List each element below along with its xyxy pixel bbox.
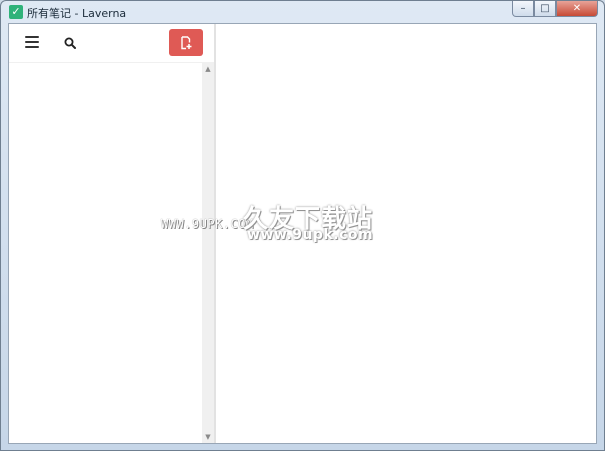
notes-sidebar: ▲ ▼ [9, 24, 214, 443]
window-controls: – □ ✕ [512, 1, 598, 17]
search-icon[interactable] [64, 37, 76, 49]
new-note-button[interactable] [169, 29, 203, 56]
hamburger-menu-icon[interactable] [25, 36, 39, 48]
maximize-button[interactable]: □ [534, 1, 556, 17]
title-bar[interactable]: ✓ 所有笔记 - Laverna – □ ✕ [1, 1, 604, 23]
app-content: ▲ ▼ [8, 23, 597, 444]
minimize-button[interactable]: – [512, 1, 534, 17]
scroll-down-icon[interactable]: ▼ [202, 431, 214, 443]
check-icon: ✓ [9, 5, 23, 19]
app-window: ✓ 所有笔记 - Laverna – □ ✕ ▲ ▼ WWW.9UPK.COM … [0, 0, 605, 451]
new-note-icon [181, 35, 192, 49]
note-editor-pane[interactable] [216, 24, 596, 443]
scroll-up-icon[interactable]: ▲ [202, 63, 214, 75]
close-button[interactable]: ✕ [556, 1, 598, 17]
sidebar-toolbar [9, 24, 214, 62]
note-list[interactable] [9, 63, 202, 443]
window-title: 所有笔记 - Laverna [27, 7, 127, 20]
note-list-scrollbar[interactable]: ▲ ▼ [202, 63, 214, 443]
